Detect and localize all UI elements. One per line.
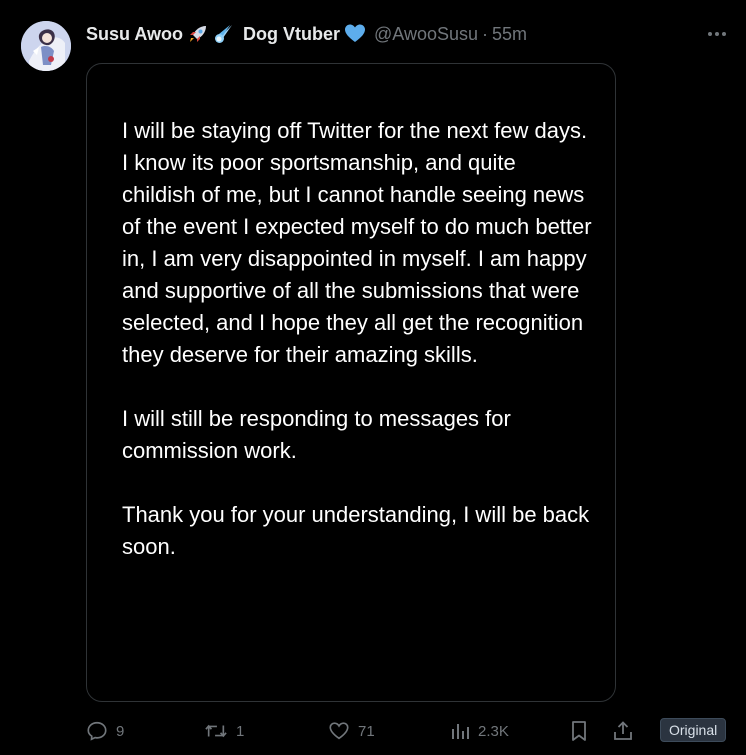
views-count: 2.3K [478, 722, 509, 740]
views-icon [452, 724, 469, 739]
meta-separator: · [482, 23, 489, 44]
display-name-suffix[interactable]: Dog Vtuber [243, 24, 340, 45]
statement-text: I will be staying off Twitter for the ne… [122, 115, 592, 563]
share-icon [614, 721, 632, 740]
retweet-count: 1 [236, 722, 245, 740]
reply-icon [87, 721, 107, 741]
retweet-button[interactable]: 1 [204, 716, 244, 746]
retweet-icon [205, 724, 227, 738]
reply-count: 9 [116, 722, 125, 740]
tweet-image[interactable]: I will be staying off Twitter for the ne… [86, 63, 616, 702]
heart-icon [329, 722, 349, 740]
reply-button[interactable]: 9 [86, 716, 124, 746]
avatar[interactable] [21, 21, 71, 71]
share-button[interactable] [612, 716, 634, 746]
bookmark-button[interactable] [569, 716, 589, 746]
rocket-emoji [187, 23, 209, 45]
handle[interactable]: @AwooSusu [374, 24, 478, 45]
avatar-image [21, 21, 71, 71]
original-badge[interactable]: Original [660, 718, 727, 742]
like-button[interactable]: 71 [328, 716, 375, 746]
blue-heart-emoji [344, 23, 366, 45]
display-name[interactable]: Susu Awoo [86, 24, 183, 45]
action-bar: 9 1 71 2.3K Original [86, 716, 734, 746]
statement-paragraph: Thank you for your understanding, I will… [122, 502, 590, 559]
more-options-button[interactable] [704, 22, 730, 46]
statement-paragraph: I will still be responding to messages f… [122, 406, 511, 463]
tweet: Susu Awoo Dog Vtuber @AwooSusu · 55m I w… [0, 0, 746, 755]
timestamp[interactable]: 55m [492, 24, 527, 45]
tweet-header: Susu Awoo Dog Vtuber @AwooSusu · 55m [86, 22, 527, 46]
comet-emoji [213, 23, 235, 45]
views-button[interactable]: 2.3K [450, 716, 509, 746]
bookmark-icon [572, 721, 586, 741]
like-count: 71 [358, 722, 375, 740]
more-horizontal-icon [708, 32, 726, 36]
statement-paragraph: I will be staying off Twitter for the ne… [122, 118, 592, 367]
